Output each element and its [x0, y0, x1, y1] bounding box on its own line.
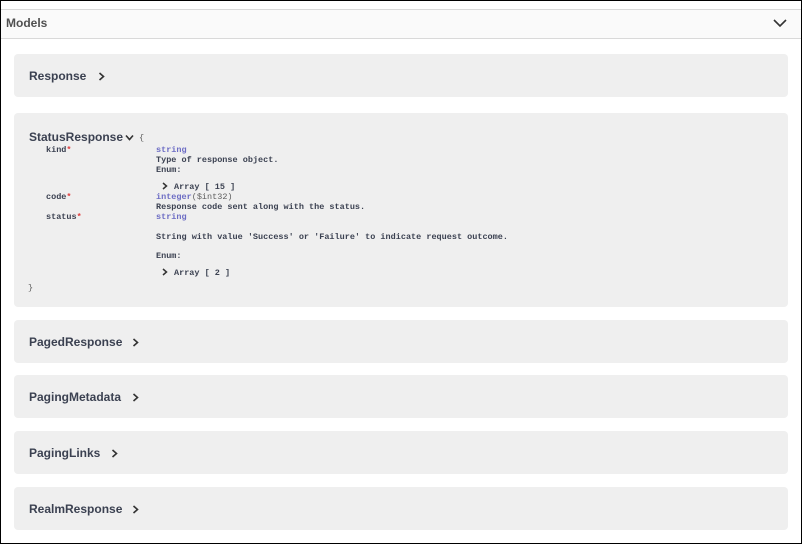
- chevron-right-icon[interactable]: [132, 505, 139, 514]
- property-type-status: string: [156, 212, 187, 222]
- property-type-kind: string: [156, 145, 187, 155]
- property-format-code: ($int32): [191, 192, 233, 202]
- model-response[interactable]: Response: [14, 54, 788, 97]
- models-section-header[interactable]: Models: [1, 9, 801, 39]
- property-name-code: code*: [46, 192, 72, 202]
- model-status-response: StatusResponse { kind* string Type of re…: [14, 113, 788, 307]
- close-brace: }: [28, 283, 34, 293]
- model-paging-links[interactable]: PagingLinks: [14, 431, 788, 474]
- property-description-status: String with value 'Success' or 'Failure'…: [156, 232, 508, 242]
- enum-array-status[interactable]: Array [ 2 ]: [174, 268, 230, 278]
- property-type-code: integer($int32): [156, 192, 233, 202]
- property-name-status: status*: [46, 212, 82, 222]
- model-name-status-response[interactable]: StatusResponse: [29, 130, 123, 144]
- required-marker: *: [66, 192, 72, 202]
- chevron-right-icon[interactable]: [132, 393, 139, 402]
- model-realm-response[interactable]: RealmResponse: [14, 487, 788, 530]
- model-name-realm-response: RealmResponse: [29, 502, 123, 516]
- property-description-code: Response code sent along with the status…: [156, 202, 366, 212]
- property-description-kind: Type of response object.: [156, 155, 279, 165]
- chevron-down-icon[interactable]: [125, 134, 134, 141]
- chevron-right-icon[interactable]: [111, 449, 118, 458]
- chevron-right-icon[interactable]: [132, 338, 139, 347]
- model-name-paged-response: PagedResponse: [29, 335, 123, 349]
- property-name-kind: kind*: [46, 145, 72, 155]
- models-panel: Models Response StatusResponse { kind* s…: [0, 0, 802, 544]
- chevron-down-icon[interactable]: [773, 18, 787, 28]
- model-paged-response[interactable]: PagedResponse: [14, 320, 788, 363]
- model-name-paging-links: PagingLinks: [29, 446, 101, 460]
- model-name-paging-metadata: PagingMetadata: [29, 390, 122, 404]
- model-paging-metadata[interactable]: PagingMetadata: [14, 375, 788, 418]
- enum-label-status: Enum:: [156, 251, 182, 261]
- models-title: Models: [6, 16, 48, 30]
- required-marker: *: [76, 212, 82, 222]
- model-name-response: Response: [29, 69, 87, 83]
- chevron-right-icon[interactable]: [98, 72, 105, 81]
- open-brace: {: [139, 133, 145, 143]
- enum-label-kind: Enum:: [156, 165, 182, 175]
- chevron-right-icon[interactable]: [162, 182, 168, 190]
- chevron-right-icon[interactable]: [162, 268, 168, 276]
- enum-array-kind[interactable]: Array [ 15 ]: [174, 182, 235, 192]
- required-marker: *: [66, 145, 72, 155]
